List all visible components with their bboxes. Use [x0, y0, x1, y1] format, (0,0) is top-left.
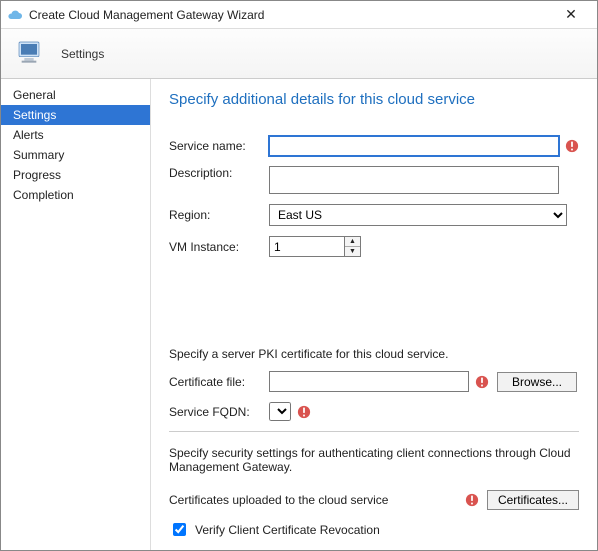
- monitor-icon: [15, 38, 47, 70]
- wizard-sidebar: General Settings Alerts Summary Progress…: [1, 79, 151, 550]
- warning-icon: [565, 139, 579, 153]
- sidebar-item-label: General: [13, 88, 56, 102]
- service-name-label: Service name:: [169, 139, 269, 153]
- sidebar-item-general[interactable]: General: [1, 85, 150, 105]
- warning-icon: [297, 405, 311, 419]
- certificate-file-input[interactable]: [269, 371, 469, 392]
- spinner-up[interactable]: ▲: [345, 237, 360, 247]
- close-button[interactable]: ✕: [551, 6, 591, 23]
- sidebar-item-settings[interactable]: Settings: [1, 105, 150, 125]
- service-name-input[interactable]: [269, 136, 559, 156]
- description-label: Description:: [169, 166, 269, 180]
- description-input[interactable]: [269, 166, 559, 194]
- security-section-text: Specify security settings for authentica…: [169, 446, 579, 474]
- verify-revocation-label: Verify Client Certificate Revocation: [195, 523, 380, 537]
- sidebar-item-progress[interactable]: Progress: [1, 165, 150, 185]
- sidebar-item-summary[interactable]: Summary: [1, 145, 150, 165]
- pki-section-text: Specify a server PKI certificate for thi…: [169, 347, 579, 361]
- service-fqdn-select[interactable]: [269, 402, 291, 421]
- sidebar-item-label: Summary: [13, 148, 64, 162]
- warning-icon: [475, 375, 489, 389]
- spinner-down[interactable]: ▼: [345, 247, 360, 256]
- wizard-header: Settings: [1, 29, 597, 79]
- certificate-file-label: Certificate file:: [169, 375, 269, 389]
- sidebar-item-label: Progress: [13, 168, 61, 182]
- vm-instance-spinner[interactable]: ▲ ▼: [269, 236, 361, 257]
- verify-revocation-checkbox[interactable]: [173, 523, 186, 536]
- sidebar-item-completion[interactable]: Completion: [1, 185, 150, 205]
- vm-instance-label: VM Instance:: [169, 240, 269, 254]
- certificates-button[interactable]: Certificates...: [487, 490, 579, 510]
- sidebar-item-label: Settings: [13, 108, 56, 122]
- region-select[interactable]: East US: [269, 204, 567, 226]
- region-label: Region:: [169, 208, 269, 222]
- window-title: Create Cloud Management Gateway Wizard: [29, 8, 551, 22]
- service-fqdn-label: Service FQDN:: [169, 405, 269, 419]
- sidebar-item-label: Completion: [13, 188, 74, 202]
- uploaded-certs-label: Certificates uploaded to the cloud servi…: [169, 493, 459, 507]
- titlebar: Create Cloud Management Gateway Wizard ✕: [1, 1, 597, 29]
- sidebar-item-label: Alerts: [13, 128, 44, 142]
- browse-button[interactable]: Browse...: [497, 372, 577, 392]
- vm-instance-input[interactable]: [269, 236, 345, 257]
- page-heading: Specify additional details for this clou…: [169, 91, 579, 108]
- sidebar-item-alerts[interactable]: Alerts: [1, 125, 150, 145]
- warning-icon: [465, 493, 479, 507]
- divider: [169, 431, 579, 432]
- content-panel: Specify additional details for this clou…: [151, 79, 597, 550]
- cloud-icon: [7, 7, 23, 23]
- step-title: Settings: [61, 47, 104, 61]
